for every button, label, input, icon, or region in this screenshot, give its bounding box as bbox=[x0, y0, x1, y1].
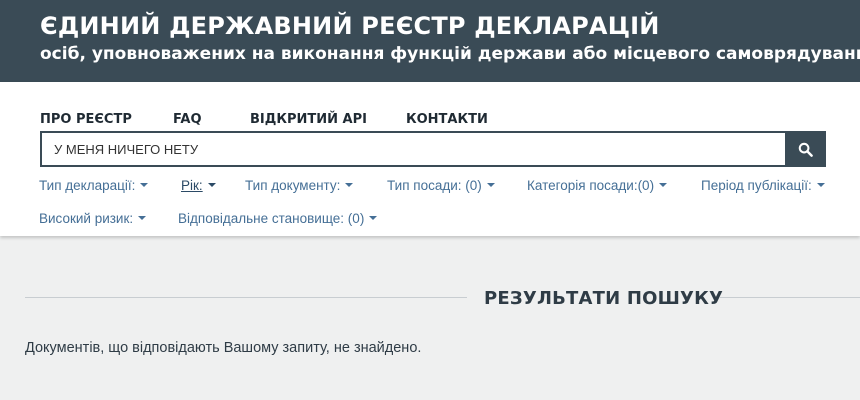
nav-item-about[interactable]: ПРО РЕЄСТР bbox=[40, 112, 132, 127]
search-input[interactable] bbox=[40, 131, 786, 167]
filter-high-risk[interactable]: Високий ризик: bbox=[39, 211, 147, 226]
nav-item-faq[interactable]: FAQ bbox=[173, 112, 202, 127]
nav-item-open-api[interactable]: ВІДКРИТИЙ API bbox=[250, 112, 367, 127]
site-subtitle: осіб, уповноважених на виконання функцій… bbox=[40, 44, 860, 64]
divider bbox=[25, 297, 467, 298]
filter-position-category[interactable]: Категорія посади:(0) bbox=[527, 178, 668, 193]
caret-down-icon bbox=[345, 183, 354, 188]
site-title[interactable]: ЄДИНИЙ ДЕРЖАВНИЙ РЕЄСТР ДЕКЛАРАЦІЙ bbox=[40, 12, 660, 40]
caret-down-icon bbox=[369, 216, 378, 221]
filter-publication-period[interactable]: Період публікації: bbox=[701, 178, 825, 193]
caret-down-icon bbox=[140, 183, 149, 188]
search-panel: ПРО РЕЄСТР FAQ ВІДКРИТИЙ API КОНТАКТИ Ти… bbox=[0, 82, 860, 236]
caret-down-icon bbox=[659, 183, 668, 188]
filter-year[interactable]: Рік: bbox=[181, 178, 216, 193]
search-icon bbox=[798, 142, 813, 157]
site-header: ЄДИНИЙ ДЕРЖАВНИЙ РЕЄСТР ДЕКЛАРАЦІЙ осіб,… bbox=[0, 0, 860, 82]
nav-item-contacts[interactable]: КОНТАКТИ bbox=[406, 112, 488, 127]
search-bar bbox=[40, 131, 826, 167]
divider bbox=[720, 297, 860, 298]
filter-document-type[interactable]: Тип документу: bbox=[245, 178, 354, 193]
search-button[interactable] bbox=[785, 131, 826, 167]
caret-down-icon bbox=[486, 183, 495, 188]
filter-declaration-type[interactable]: Тип декларації: bbox=[39, 178, 149, 193]
caret-down-icon bbox=[207, 183, 216, 188]
filter-responsible-position[interactable]: Відповідальне становище: (0) bbox=[178, 211, 378, 226]
caret-down-icon bbox=[138, 216, 147, 221]
filter-position-type[interactable]: Тип посади: (0) bbox=[387, 178, 495, 193]
caret-down-icon bbox=[816, 183, 825, 188]
search-results: РЕЗУЛЬТАТИ ПОШУКУ Документів, що відпові… bbox=[0, 236, 860, 400]
results-title: РЕЗУЛЬТАТИ ПОШУКУ bbox=[484, 288, 724, 309]
no-results-message: Документів, що відповідають Вашому запит… bbox=[25, 340, 422, 356]
